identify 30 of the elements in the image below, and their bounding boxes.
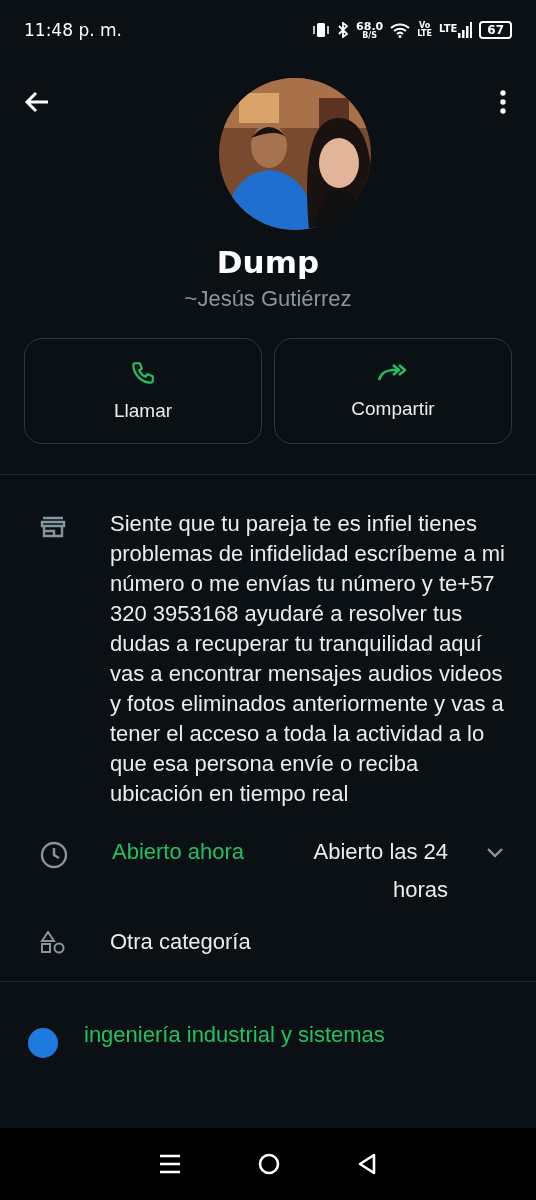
action-button[interactable]: Llamar (24, 338, 262, 444)
wifi-icon (390, 22, 411, 38)
action-button[interactable]: Compartir (274, 338, 512, 444)
category-text: Otra categoría (110, 929, 251, 955)
volte-text: LTE (417, 30, 432, 38)
home-icon[interactable] (258, 1153, 280, 1175)
storefront-icon (40, 516, 66, 538)
contact-subtitle: ~Jesús Gutiérrez (183, 286, 353, 312)
menu-icon[interactable] (158, 1153, 181, 1175)
battery-indicator: 67 (479, 21, 512, 39)
clock-icon (40, 841, 68, 869)
vibrate-icon (312, 22, 331, 38)
back-icon[interactable] (357, 1153, 378, 1175)
more-options-icon[interactable] (500, 90, 506, 114)
link-text[interactable]: ingeniería industrial y sistemas (84, 1022, 385, 1048)
speed-text: 68.0 (356, 20, 384, 32)
network-text: LTE (438, 22, 458, 34)
chevron-icon[interactable] (486, 847, 505, 859)
business-description: Siente que tu pareja te es infiel tienes problemas de infidelidad escríbeme a mi número o me envías tu número y te+57 320 3953168 ayudaré a resolver tus dudas a recuperar tu tranquilidad aquí vas a encontrar mensajes audios videos y fotos eliminados anteriormente y vas a tener el acceso a toda la actividad a lo que esa persona envíe o reciba ubicación en tiempo real (110, 510, 506, 808)
contact-name: Dump (215, 244, 321, 280)
status-time: 11:48 p. m. (24, 20, 122, 40)
bluetooth-icon (337, 22, 350, 38)
open-status: Abierto ahora (112, 839, 245, 865)
opening-hours: Abierto las 24 horas (312, 838, 449, 904)
volte-text: Vo (418, 22, 431, 30)
shapes-icon (40, 930, 66, 954)
speed-unit: B/S (362, 31, 378, 40)
phone-icon (130, 360, 156, 386)
signal-icon (458, 22, 473, 38)
back-arrow-icon[interactable] (24, 90, 50, 114)
